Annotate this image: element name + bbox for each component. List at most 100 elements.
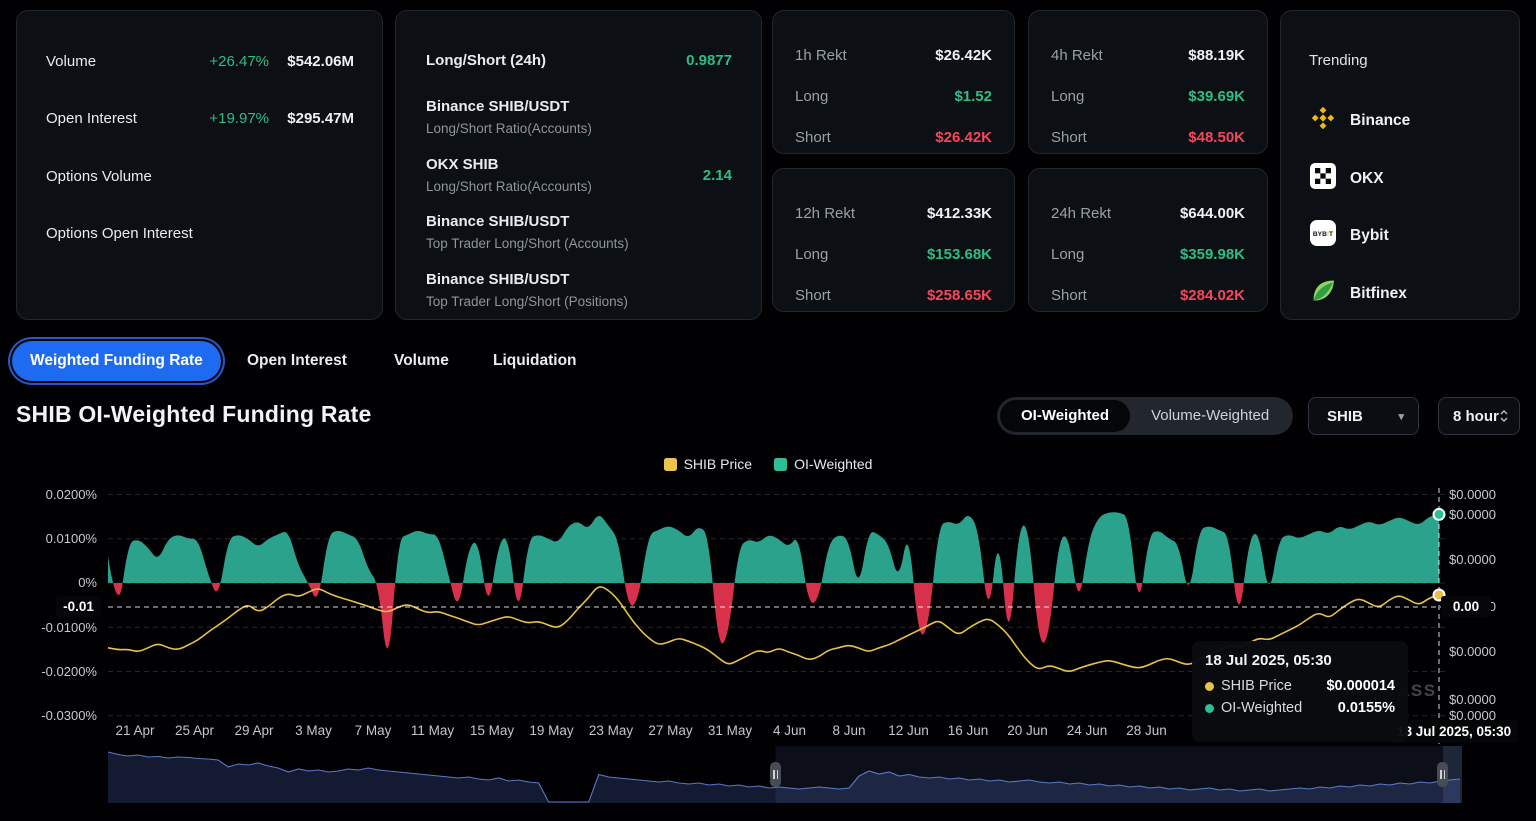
rekt-long-label: Long xyxy=(795,246,828,263)
dashboard: Volume +26.47% $542.06M Open Interest +1… xyxy=(0,0,1536,821)
navigator-left-handle[interactable] xyxy=(770,762,781,787)
chart-tooltip: 18 Jul 2025, 05:30 SHIB Price $0.000014 … xyxy=(1192,641,1408,742)
tooltip-row-oi: OI-Weighted 0.0155% xyxy=(1205,700,1395,716)
stat-row-open-interest: Open Interest +19.97% $295.47M xyxy=(46,108,354,128)
tab-weighted-funding-rate[interactable]: Weighted Funding Rate xyxy=(12,341,221,381)
rekt-long-value: $1.52 xyxy=(954,88,992,105)
x-axis-tick: 28 Jun xyxy=(1126,723,1167,738)
y-axis-tick-right: $0.0000 xyxy=(1449,507,1496,522)
legend-swatch-icon xyxy=(774,458,787,471)
interval-select[interactable]: 8 hour xyxy=(1438,397,1520,435)
x-axis-tick: 16 Jun xyxy=(948,723,989,738)
y-axis-tick-left: 0% xyxy=(35,575,97,590)
rekt-short-value: $258.65K xyxy=(927,287,992,304)
rekt-short-value: $48.50K xyxy=(1188,129,1245,146)
binance-logo-icon xyxy=(1309,104,1337,137)
ratio-title: Binance SHIB/USDT xyxy=(426,213,569,230)
rekt-total: $88.19K xyxy=(1188,47,1245,64)
tooltip-value: $0.000014 xyxy=(1326,678,1395,694)
rekt-total: $412.33K xyxy=(927,205,992,222)
ratio-title: OKX SHIB xyxy=(426,156,499,173)
tab-volume[interactable]: Volume xyxy=(394,341,449,381)
trending-card: Trending Binance OKX xyxy=(1280,10,1520,320)
okx-logo-icon xyxy=(1309,162,1337,195)
rekt-period: 4h Rekt xyxy=(1051,47,1103,64)
stat-value: $542.06M xyxy=(287,53,354,70)
stat-label: Volume xyxy=(46,53,96,70)
stat-change: +26.47% xyxy=(209,53,269,70)
stat-change: +19.97% xyxy=(209,110,269,127)
y-axis-tick-left: -0.0300% xyxy=(35,708,97,723)
market-stats-card: Volume +26.47% $542.06M Open Interest +1… xyxy=(16,10,383,320)
y-axis-tick-left: 0.0200% xyxy=(35,487,97,502)
y-axis-tick-right: $0.0000 xyxy=(1449,487,1496,502)
bybit-logo-icon: BYB!T xyxy=(1309,219,1337,252)
x-axis-tick: 29 Apr xyxy=(234,723,273,738)
trending-item-label: Bitfinex xyxy=(1350,285,1407,303)
tooltip-value: 0.0155% xyxy=(1338,700,1395,716)
navigator-right-handle[interactable] xyxy=(1437,762,1448,787)
long-short-card: Long/Short (24h) 0.9877 Binance SHIB/USD… xyxy=(395,10,762,320)
rekt-card-12h: 12h Rekt $412.33K Long $153.68K Short $258.… xyxy=(772,168,1015,312)
rekt-total: $26.42K xyxy=(935,47,992,64)
x-axis-tick: 23 May xyxy=(589,723,633,738)
rekt-short-label: Short xyxy=(1051,287,1087,304)
rekt-short-label: Short xyxy=(795,287,831,304)
ratio-title: Binance SHIB/USDT xyxy=(426,271,569,288)
spinner-arrows-icon xyxy=(1499,408,1509,424)
x-axis-tick: 27 May xyxy=(648,723,692,738)
toggle-volume-weighted[interactable]: Volume-Weighted xyxy=(1130,400,1290,432)
toggle-oi-weighted[interactable]: OI-Weighted xyxy=(1000,400,1130,432)
svg-text:BYB!T: BYB!T xyxy=(1313,231,1333,238)
ratio-title: Binance SHIB/USDT xyxy=(426,98,569,115)
stat-row-options-open-interest: Options Open Interest xyxy=(46,223,354,243)
y-axis-tick-right: $0.0000 xyxy=(1449,644,1496,659)
x-axis-tick: 8 Jun xyxy=(832,723,865,738)
crosshair-right-label: 0.00 xyxy=(1441,596,1491,617)
x-axis-tick: 21 Apr xyxy=(115,723,154,738)
stat-label: Open Interest xyxy=(46,110,137,127)
y-axis-tick-right: $0.0000 xyxy=(1449,552,1496,567)
rekt-long-value: $153.68K xyxy=(927,246,992,263)
trending-item-binance[interactable]: Binance xyxy=(1309,104,1410,137)
rekt-long-value: $39.69K xyxy=(1188,88,1245,105)
crosshair-date-label: 18 Jul 2025, 05:30 xyxy=(1390,720,1518,743)
rekt-period: 24h Rekt xyxy=(1051,205,1111,222)
y-axis-tick-left: -0.0100% xyxy=(35,620,97,635)
chart-legend: SHIB Price OI-Weighted xyxy=(0,456,1536,472)
tab-liquidation[interactable]: Liquidation xyxy=(493,341,577,381)
y-axis-tick-left: -0.0200% xyxy=(35,664,97,679)
symbol-select-value: SHIB xyxy=(1327,408,1363,425)
range-navigator[interactable] xyxy=(0,745,1536,805)
trending-item-label: Bybit xyxy=(1350,227,1389,245)
legend-label: SHIB Price xyxy=(684,456,752,472)
trending-item-label: OKX xyxy=(1350,170,1384,188)
interval-select-value: 8 hour xyxy=(1453,408,1499,425)
trending-item-bitfinex[interactable]: Bitfinex xyxy=(1309,277,1407,310)
oi-dot-icon xyxy=(1205,704,1214,713)
rekt-short-label: Short xyxy=(795,129,831,146)
tab-open-interest[interactable]: Open Interest xyxy=(247,341,347,381)
tooltip-row-price: SHIB Price $0.000014 xyxy=(1205,678,1395,694)
y-axis-tick-right: $0.0000 xyxy=(1449,692,1496,707)
x-axis-tick: 12 Jun xyxy=(888,723,929,738)
ratio-subtitle: Long/Short Ratio(Accounts) xyxy=(426,179,592,194)
rekt-period: 12h Rekt xyxy=(795,205,855,222)
legend-label: OI-Weighted xyxy=(794,456,872,472)
x-axis-tick: 20 Jun xyxy=(1007,723,1048,738)
crosshair-left-label: -0.01 xyxy=(56,596,101,617)
page-title: SHIB OI-Weighted Funding Rate xyxy=(16,401,371,428)
rekt-card-4h: 4h Rekt$88.19K Long$39.69K Short$48.50K xyxy=(1028,10,1268,154)
legend-item-oi-weighted[interactable]: OI-Weighted xyxy=(774,456,872,472)
symbol-select[interactable]: SHIB ▾ xyxy=(1308,397,1419,435)
rekt-short-value: $26.42K xyxy=(935,129,992,146)
trending-item-okx[interactable]: OKX xyxy=(1309,162,1384,195)
x-axis-tick: 3 May xyxy=(295,723,332,738)
trending-item-bybit[interactable]: BYB!T Bybit xyxy=(1309,219,1389,252)
legend-item-shib-price[interactable]: SHIB Price xyxy=(664,456,752,472)
ratio-subtitle: Top Trader Long/Short (Accounts) xyxy=(426,236,629,251)
ratio-value: 2.14 xyxy=(703,167,732,184)
x-axis-tick: 19 May xyxy=(529,723,573,738)
ratio-title: Long/Short (24h) xyxy=(426,52,546,69)
stat-label: Options Volume xyxy=(46,168,152,185)
